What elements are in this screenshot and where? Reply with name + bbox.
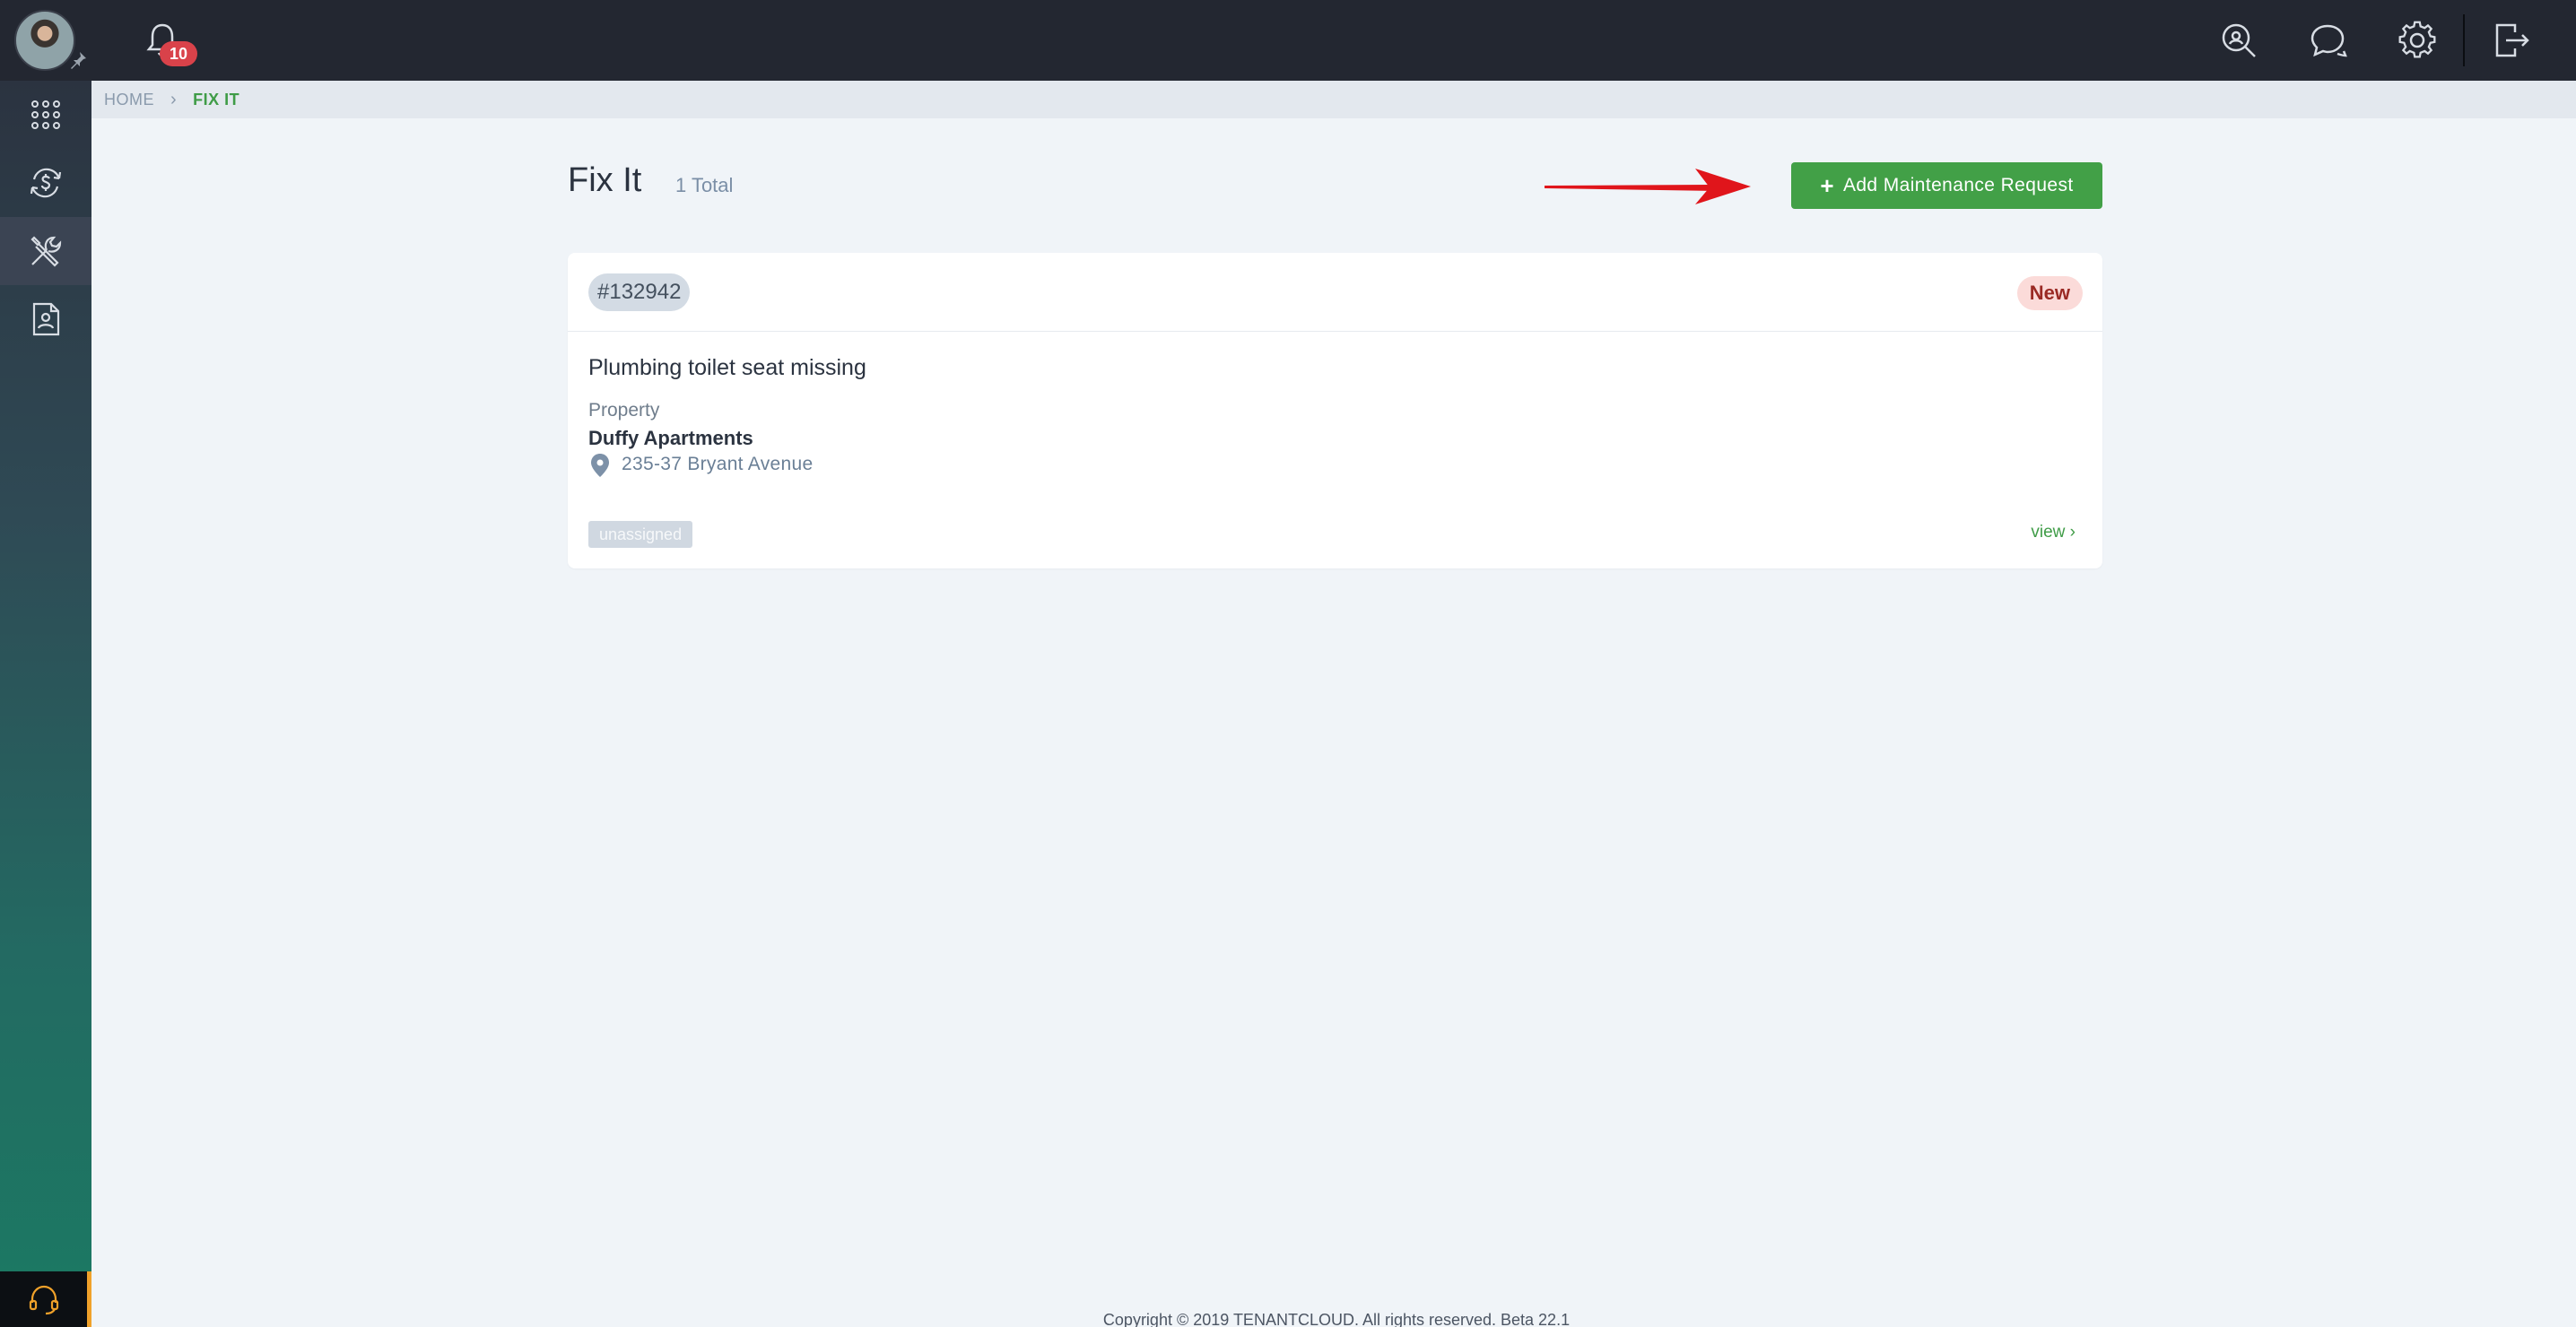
sidebar-item-payments[interactable] (0, 149, 91, 217)
notification-count-badge: 10 (160, 41, 197, 66)
plus-icon: + (1820, 171, 1834, 199)
location-pin-icon (591, 454, 609, 477)
request-title[interactable]: Plumbing toilet seat missing (588, 355, 866, 381)
search-icon[interactable] (2218, 20, 2259, 61)
breadcrumb-current: FIX IT (193, 90, 240, 108)
footer-copyright: Copyright © 2019 TENANTCLOUD. All rights… (1102, 1311, 1571, 1327)
gear-icon[interactable] (2397, 20, 2438, 61)
add-button-label: Add Maintenance Request (1842, 175, 2074, 195)
breadcrumb-home[interactable]: HOME (104, 91, 154, 109)
property-name: Duffy Apartments (588, 427, 753, 449)
user-avatar[interactable] (14, 10, 75, 71)
tenant-document-icon (32, 302, 60, 336)
topbar-divider (2463, 14, 2465, 66)
sidebar-item-fix-it[interactable] (0, 217, 91, 285)
breadcrumb: HOME › FIX IT (91, 81, 2576, 118)
sidebar (0, 81, 91, 1327)
assignee-badge: unassigned (588, 521, 693, 548)
chat-icon[interactable] (2308, 20, 2349, 61)
maintenance-request-card[interactable]: #132942 New Plumbing toilet seat missing… (568, 253, 2102, 568)
status-badge: New (2016, 276, 2083, 310)
logout-icon[interactable] (2490, 20, 2531, 61)
property-address: 235-37 Bryant Avenue (622, 454, 814, 474)
breadcrumb-separator: › (170, 89, 178, 109)
ticket-id-badge: #132942 (588, 273, 691, 311)
payments-icon (30, 168, 62, 198)
page-title: Fix It (568, 161, 642, 199)
card-header: #132942 New (568, 253, 2102, 332)
tools-icon (30, 236, 62, 267)
pin-icon[interactable] (68, 50, 88, 70)
property-label: Property (588, 400, 660, 421)
view-link[interactable]: view › (2031, 523, 2076, 542)
total-count: 1 Total (675, 174, 734, 196)
add-maintenance-request-button[interactable]: + Add Maintenance Request (1791, 162, 2102, 209)
annotation-arrow (1545, 169, 1751, 204)
top-bar: 10 (0, 0, 2576, 81)
sidebar-item-tenants[interactable] (0, 285, 91, 353)
sidebar-item-dashboard[interactable] (0, 81, 91, 149)
apps-grid-icon (31, 100, 60, 129)
